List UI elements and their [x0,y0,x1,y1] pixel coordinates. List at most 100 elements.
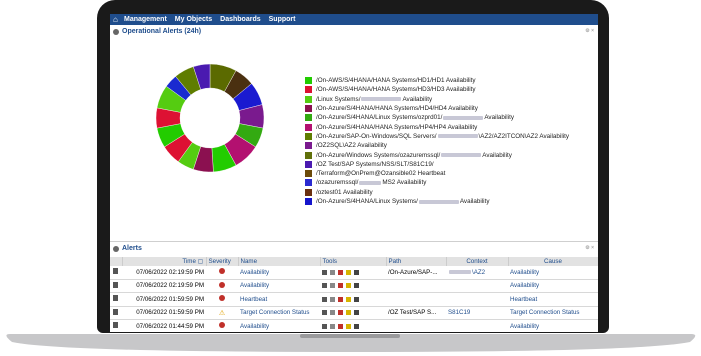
cell-path[interactable]: /On-Azure/SAP-... [386,266,446,280]
col-context[interactable]: Context [446,257,509,266]
cell-context[interactable] [446,319,508,332]
report-icon[interactable] [322,310,327,316]
col-tools: Tools [320,257,387,266]
sort-icon[interactable]: ▢ [198,258,204,265]
legend-item[interactable]: /On-Azure/S/4HANA/Linux Systems/ozprd01/… [305,113,569,122]
cell-context[interactable]: \AZ2 [446,266,508,280]
cell-tools [320,319,386,332]
delete-icon[interactable] [338,269,343,275]
delete-icon[interactable] [338,283,343,289]
table-row[interactable]: 07/06/2022 02:19:59 PM Availability Availa… [110,279,598,293]
cell-path[interactable] [386,292,446,307]
cell-cause[interactable]: Target Connection Status [508,306,598,320]
mail-icon[interactable] [346,310,351,316]
nav-dashboards[interactable]: Dashboards [220,14,260,25]
alerts-table-header: Time ▢ Severity Name Tools Path Context … [110,257,598,266]
legend-item[interactable]: /oztest01 Availability [305,188,569,197]
mail-icon[interactable] [346,269,351,275]
report-icon[interactable] [322,323,327,329]
info-icon[interactable] [330,269,335,275]
legend-label: Availability [482,151,512,159]
mail-icon[interactable] [346,323,351,329]
delete-icon[interactable] [338,296,343,302]
legend-label: /oztest01 Availability [316,188,373,196]
report-icon[interactable] [322,296,327,302]
legend-item[interactable]: /On-Azure/S/4HANA/HANA Systems/HD4/HD4 A… [305,104,569,113]
legend-label: /Terraform@OnPrem@Ozansible02 Heartbeat [316,170,446,178]
cell-name[interactable]: Availability [238,266,320,280]
panel-controls-icon[interactable]: ⚙ × [585,245,594,251]
legend-item[interactable]: /OZ Test/SAP Systems/NSS/SLT/S81C19/ [305,160,569,169]
col-path[interactable]: Path [386,257,447,266]
legend-item[interactable]: /On-Azure/S/4HANA/HANA Systems/HP4/HP4 A… [305,122,569,131]
nav-support[interactable]: Support [269,14,296,25]
info-icon[interactable] [330,296,335,302]
legend-item[interactable]: /On-Azure/S/4HANA/Linux Systems/Availabi… [305,197,569,206]
cell-name[interactable]: Availability [238,279,320,293]
doc-icon[interactable] [354,269,359,275]
info-icon[interactable] [330,310,335,316]
legend-label: MS2 Availability [382,179,427,187]
legend-item[interactable]: /On-AWS/S/4HANA/HANA Systems/HD1/HD1 Ava… [305,76,569,85]
legend-item[interactable]: /On-AWS/S/4HANA/HANA Systems/HD3/HD3 Ava… [305,85,569,94]
legend-item[interactable]: /Linux Systems/Availability [305,95,569,104]
row-icon-cell [110,319,122,332]
legend-label: Availability [402,95,433,103]
legend-item[interactable]: /ozazuremssql/MS2 Availability [305,178,569,187]
cell-name[interactable]: Availability [238,319,320,332]
col-name[interactable]: Name [238,257,321,266]
legend-item[interactable]: /OZ2SQL\AZ2 Availability [305,141,569,150]
cell-path[interactable] [386,319,446,332]
info-icon[interactable] [330,283,335,289]
report-icon[interactable] [322,269,327,275]
legend-item[interactable]: /Terraform@OnPrem@Ozansible02 Heartbeat [305,169,569,178]
report-icon[interactable] [322,283,327,289]
doc-icon[interactable] [354,323,359,329]
col-time[interactable]: Time ▢ [122,257,207,266]
table-row[interactable]: 07/06/2022 01:59:59 PM ⚠ Target Connection… [110,306,598,320]
doc-icon[interactable] [354,283,359,289]
cell-cause[interactable]: Heartbeat [508,292,598,307]
legend-label: /On-Azure/S/4HANA/Linux Systems/ozprd01/ [316,114,443,122]
delete-icon[interactable] [338,323,343,329]
col-severity[interactable]: Severity [206,257,239,266]
table-row[interactable]: 07/06/2022 02:19:59 PM Availability/On-Az… [110,266,598,280]
mail-icon[interactable] [346,283,351,289]
cell-path[interactable]: /OZ Test/SAP S... [386,306,446,320]
cell-time: 07/06/2022 01:59:59 PM [122,306,206,320]
cell-tools [320,306,386,320]
cell-severity [206,279,238,293]
nav-my-objects[interactable]: My Objects [175,14,212,25]
cell-cause[interactable]: Availability [508,266,598,280]
nav-management[interactable]: Management [124,14,167,25]
alerts-donut-chart [155,63,265,173]
legend-item[interactable]: /On-Azure/Windows Systems/ozazuremssql/A… [305,150,569,159]
info-icon[interactable] [330,323,335,329]
cell-context[interactable] [446,292,508,307]
legend-swatch [305,151,312,159]
mail-icon[interactable] [346,296,351,302]
cell-name[interactable]: Heartbeat [238,292,320,307]
alert-icon [113,295,118,302]
table-row[interactable]: 07/06/2022 01:44:59 PM Availability Availa… [110,319,598,332]
home-icon[interactable]: ⌂ [113,14,124,25]
col-cause[interactable]: Cause [508,257,598,266]
alert-icon [113,322,118,329]
table-row[interactable]: 07/06/2022 01:59:59 PM Heartbeat Heartbeat [110,292,598,307]
doc-icon[interactable] [354,310,359,316]
panel-title: Operational Alerts (24h) [122,28,202,35]
cell-context[interactable] [446,279,508,293]
redacted-text [361,97,402,102]
cell-cause[interactable]: Availability [508,319,598,332]
cell-time: 07/06/2022 01:44:59 PM [122,319,206,332]
legend-item[interactable]: /On-Azure/SAP-On-Windows/SQL Servers/ \AZ… [305,132,569,141]
cell-path[interactable] [386,279,446,293]
cell-severity [206,292,238,307]
panel-controls-icon[interactable]: ⚙ × [585,28,594,34]
cell-cause[interactable]: Availability [508,279,598,293]
cell-context[interactable]: S81C19 [446,306,508,320]
cell-name[interactable]: Target Connection Status [238,306,320,320]
doc-icon[interactable] [354,296,359,302]
cell-tools [320,266,386,280]
delete-icon[interactable] [338,310,343,316]
